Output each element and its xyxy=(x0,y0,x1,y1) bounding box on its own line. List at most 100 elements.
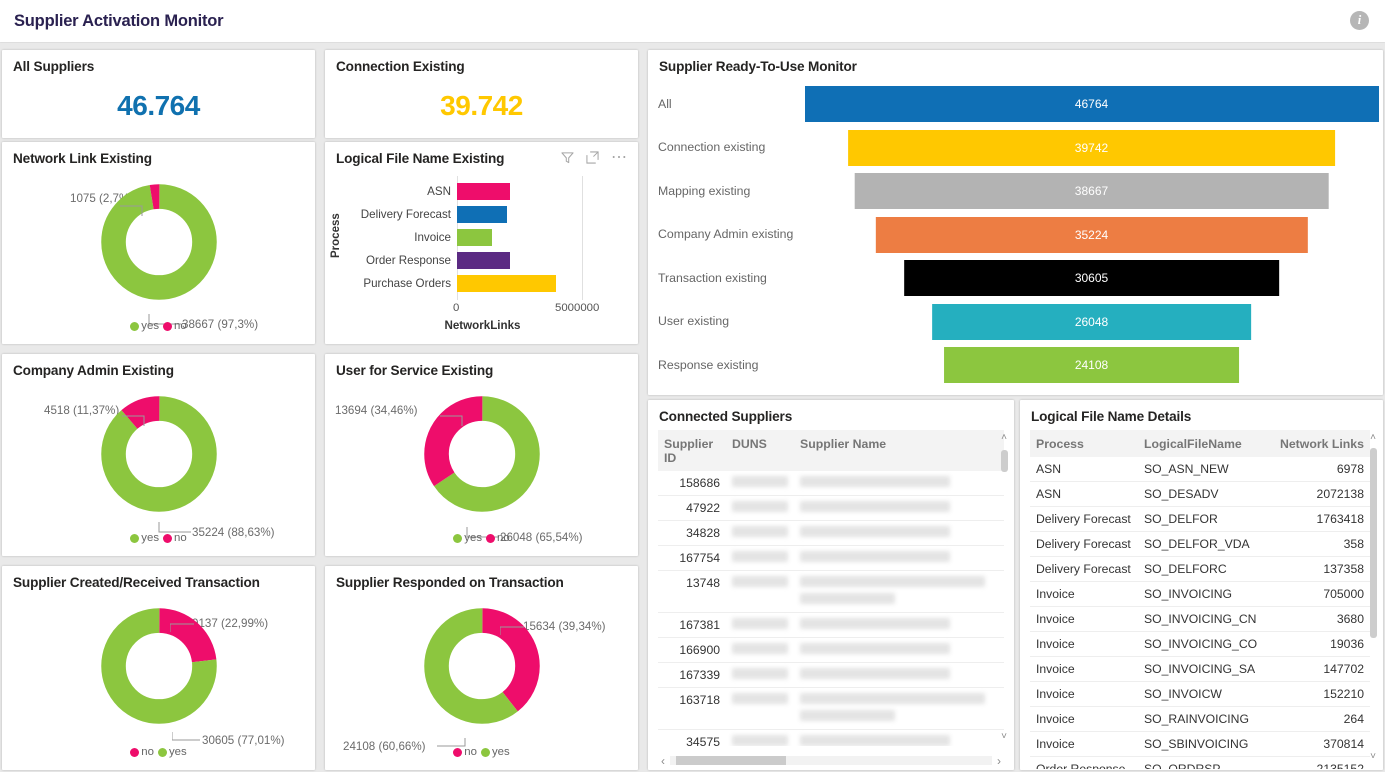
funnel-row[interactable]: Company Admin existing 35224 xyxy=(648,213,1383,257)
info-icon[interactable]: i xyxy=(1350,11,1369,30)
column-header-logicalfilename[interactable]: LogicalFileName xyxy=(1138,430,1264,457)
dashboard-header: Supplier Activation Monitor i xyxy=(0,0,1385,42)
bar-chart-plot[interactable]: Process ASN Delivery Forecast Invoice Order… xyxy=(325,172,640,352)
cell-network-links: 1763418 xyxy=(1316,512,1364,526)
funnel-chart[interactable]: All 46764 Connection existing 39742 Mapping … xyxy=(648,82,1383,387)
table-row[interactable]: 34828 xyxy=(658,521,1004,546)
funnel-row[interactable]: User existing 26048 xyxy=(648,300,1383,344)
table-row[interactable]: 167381 xyxy=(658,613,1004,638)
scroll-up-arrow[interactable]: ˄ xyxy=(1001,432,1007,443)
page-title: Supplier Activation Monitor xyxy=(14,11,224,30)
donut-chart[interactable]: 4518 (11,37%) 35224 (88,63%) yes no xyxy=(2,378,315,552)
column-header-process[interactable]: Process xyxy=(1030,430,1138,457)
funnel-bar[interactable]: 35224 xyxy=(875,216,1308,253)
funnel-bar[interactable]: 46764 xyxy=(804,86,1379,122)
legend-item[interactable]: no xyxy=(163,320,187,332)
donut-chart[interactable]: 13694 (34,46%) 26048 (65,54%) yes no xyxy=(325,378,638,552)
scroll-thumb[interactable] xyxy=(676,756,786,765)
bar[interactable] xyxy=(457,252,510,269)
funnel-row[interactable]: Transaction existing 30605 xyxy=(648,256,1383,300)
legend-item[interactable]: no xyxy=(486,532,510,544)
funnel-row[interactable]: Response existing 24108 xyxy=(648,343,1383,387)
bar[interactable] xyxy=(457,183,510,200)
funnel-bar[interactable]: 24108 xyxy=(943,347,1240,383)
legend-item[interactable]: no xyxy=(163,532,187,544)
funnel-bar[interactable]: 30605 xyxy=(903,260,1280,296)
column-header-supplier-name[interactable]: Supplier Name xyxy=(794,430,1004,471)
legend-item[interactable]: yes xyxy=(453,532,482,544)
table-row[interactable]: Invoice SO_INVOICING_CN 3680 xyxy=(1030,607,1370,632)
scroll-down-arrow[interactable]: ˅ xyxy=(1370,751,1376,762)
table-body[interactable]: 158686 47922 34828 167754 13748 167381 166900 1… xyxy=(658,471,1004,746)
vertical-scrollbar[interactable]: ˄ ˅ xyxy=(998,432,1010,742)
scroll-down-arrow[interactable]: ˅ xyxy=(1001,731,1007,742)
legend-item[interactable]: yes xyxy=(130,532,159,544)
table-row[interactable]: Delivery Forecast SO_DELFOR 1763418 xyxy=(1030,507,1370,532)
chart-legend: yes no xyxy=(2,320,315,332)
funnel-bar[interactable]: 26048 xyxy=(931,303,1252,340)
scroll-right-arrow[interactable]: › xyxy=(992,754,1006,768)
table-row[interactable]: Delivery Forecast SO_DELFORC 137358 xyxy=(1030,557,1370,582)
bar-row[interactable]: Order Response xyxy=(347,249,640,272)
donut-chart[interactable]: 9137 (22,99%) 30605 (77,01%) no yes xyxy=(2,590,315,766)
table-row[interactable]: Invoice SO_RAINVOICING 264 xyxy=(1030,707,1370,732)
funnel-track: 30605 xyxy=(800,256,1383,300)
bar-row[interactable]: ASN xyxy=(347,180,640,203)
bar-row[interactable]: Invoice xyxy=(347,226,640,249)
kpi-value: 46.764 xyxy=(117,90,200,121)
column-header-duns[interactable]: DUNS xyxy=(726,430,794,471)
legend-item[interactable]: yes xyxy=(130,320,159,332)
focus-mode-icon[interactable] xyxy=(586,151,599,164)
table-row[interactable]: 158686 xyxy=(658,471,1004,496)
table-row[interactable]: Invoice SO_INVOICING 705000 xyxy=(1030,582,1370,607)
filter-icon[interactable] xyxy=(561,151,574,164)
table-row[interactable]: 13748 xyxy=(658,571,1004,613)
table-row[interactable]: Invoice SO_INVOICW 152210 xyxy=(1030,682,1370,707)
bar-row[interactable]: Delivery Forecast xyxy=(347,203,640,226)
table-row[interactable]: Delivery Forecast SO_DELFOR_VDA 358 xyxy=(1030,532,1370,557)
table-row[interactable]: Invoice SO_SBINVOICING 370814 xyxy=(1030,732,1370,757)
horizontal-scrollbar[interactable]: ‹ › xyxy=(656,753,1006,768)
funnel-row[interactable]: Connection existing 39742 xyxy=(648,126,1383,170)
donut-card-company-admin-existing: Company Admin Existing 4518 (11,37%) 352… xyxy=(2,354,315,556)
legend-item[interactable]: no xyxy=(130,746,154,758)
funnel-row[interactable]: Mapping existing 38667 xyxy=(648,169,1383,213)
legend-label: yes xyxy=(141,320,160,332)
cell-logicalfilename: SO_ASN_NEW xyxy=(1144,462,1229,476)
bar[interactable] xyxy=(457,229,492,246)
more-options-icon[interactable]: ⋯ xyxy=(611,149,628,165)
funnel-row[interactable]: All 46764 xyxy=(648,82,1383,126)
table-row[interactable]: 166900 xyxy=(658,638,1004,663)
table-body[interactable]: ASN SO_ASN_NEW 6978 ASN SO_DESADV 2072138 Deli… xyxy=(1030,457,1370,769)
table-card-connected-suppliers: Connected Suppliers Supplier ID DUNS Sup… xyxy=(648,400,1014,770)
table-row[interactable]: 47922 xyxy=(658,496,1004,521)
scroll-thumb[interactable] xyxy=(1000,450,1008,472)
donut-chart[interactable]: 15634 (39,34%) 24108 (60,66%) no yes xyxy=(325,590,638,766)
scroll-up-arrow[interactable]: ˄ xyxy=(1370,432,1376,443)
table-row[interactable]: Order Response SO_ORDRSP 2135152 xyxy=(1030,757,1370,769)
legend-item[interactable]: yes xyxy=(157,746,187,758)
bar-row[interactable]: Purchase Orders xyxy=(347,272,640,295)
table-row[interactable]: ASN SO_DESADV 2072138 xyxy=(1030,482,1370,507)
vertical-scrollbar[interactable]: ˄ ˅ xyxy=(1367,432,1379,762)
bar[interactable] xyxy=(457,206,507,223)
legend-item[interactable]: no xyxy=(453,746,477,758)
funnel-bar[interactable]: 39742 xyxy=(847,129,1336,166)
column-header-supplier-id[interactable]: Supplier ID xyxy=(658,430,726,471)
scroll-track[interactable] xyxy=(670,756,992,765)
table-row[interactable]: 167754 xyxy=(658,546,1004,571)
table-row[interactable]: 34575 xyxy=(658,730,1004,746)
scroll-left-arrow[interactable]: ‹ xyxy=(656,754,670,768)
scroll-thumb[interactable] xyxy=(1369,448,1377,638)
legend-item[interactable]: yes xyxy=(480,746,510,758)
funnel-bar[interactable]: 38667 xyxy=(854,173,1329,209)
cell-network-links: 2072138 xyxy=(1316,487,1364,501)
table-row[interactable]: 167339 xyxy=(658,663,1004,688)
table-row[interactable]: Invoice SO_INVOICING_SA 147702 xyxy=(1030,657,1370,682)
donut-chart[interactable]: 1075 (2,7%) 38667 (97,3%) yes no xyxy=(2,166,315,340)
table-row[interactable]: Invoice SO_INVOICING_CO 19036 xyxy=(1030,632,1370,657)
table-row[interactable]: ASN SO_ASN_NEW 6978 xyxy=(1030,457,1370,482)
column-header-network-links[interactable]: Network Links xyxy=(1264,430,1370,457)
bar[interactable] xyxy=(457,275,556,292)
table-row[interactable]: 163718 xyxy=(658,688,1004,730)
